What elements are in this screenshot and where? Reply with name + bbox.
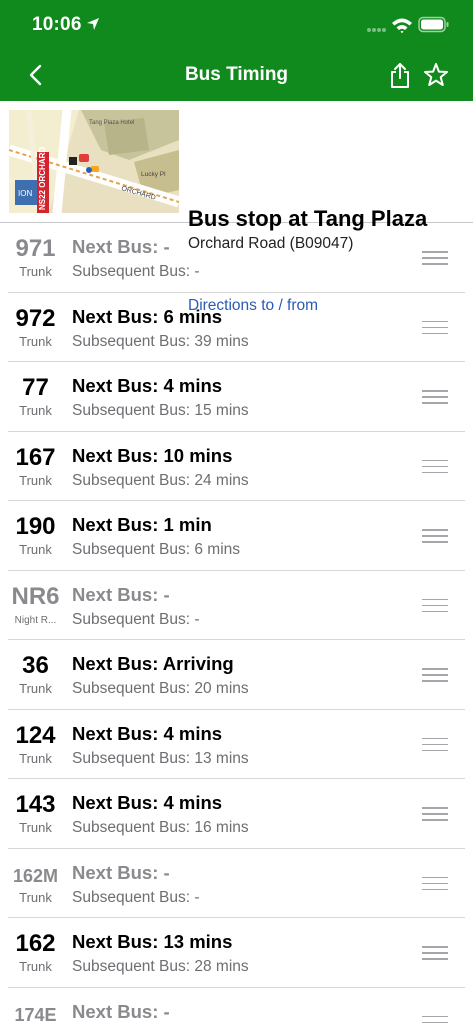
status-time: 10:06 (32, 14, 82, 35)
next-bus-eta: Next Bus: 10 mins (72, 444, 233, 466)
service-type: Trunk (19, 820, 52, 835)
drag-handle-icon[interactable] (422, 459, 448, 474)
subsequent-bus-eta: Subsequent Bus: - (72, 610, 200, 628)
service-number: 971 (15, 235, 56, 262)
bus-service-row[interactable]: 77 Trunk Next Bus: 4 mins Subsequent Bus… (0, 362, 473, 432)
service-number: 36 (22, 652, 49, 679)
stop-map-thumbnail[interactable]: NS22 ORCHARD ION Tang Plaza Hotel ORCHAR… (9, 110, 179, 213)
bus-service-row[interactable]: NR6 Night R... Next Bus: - Subsequent Bu… (0, 571, 473, 641)
drag-handle-icon[interactable] (422, 807, 448, 821)
bus-services-list: 971 Trunk Next Bus: - Subsequent Bus: - … (0, 223, 473, 1024)
service-type: Trunk (19, 264, 52, 279)
next-bus-eta: Next Bus: - (72, 236, 170, 257)
subsequent-bus-eta: Subsequent Bus: 20 mins (72, 680, 249, 697)
subsequent-bus-eta: Subsequent Bus: 6 mins (72, 541, 241, 558)
map-place-label: Lucky Pl (141, 171, 166, 178)
service-number: 77 (22, 374, 49, 401)
bus-service-row[interactable]: 36 Trunk Next Bus: Arriving Subsequent B… (0, 640, 473, 710)
bus-service-row[interactable]: 972 Trunk Next Bus: 6 mins Subsequent Bu… (0, 293, 473, 363)
next-bus-eta: Next Bus: 4 mins (72, 375, 223, 396)
navigation-bar: Bus Timing (0, 50, 473, 101)
next-bus-eta: Next Bus: Arriving (72, 653, 234, 674)
drag-handle-icon[interactable] (422, 320, 448, 335)
subsequent-bus-eta: Subsequent Bus: 28 mins (72, 958, 249, 975)
next-bus-eta: Next Bus: - (72, 1000, 170, 1022)
service-type: Trunk (19, 750, 52, 766)
drag-handle-icon[interactable] (422, 598, 448, 613)
service-type: Trunk (19, 403, 52, 418)
subsequent-bus-eta: Subsequent Bus: 24 mins (72, 471, 249, 489)
next-bus-eta: Next Bus: 1 min (72, 514, 212, 535)
next-bus-eta: Next Bus: 4 mins (72, 792, 223, 813)
cellular-signal-icon (367, 28, 386, 32)
next-bus-eta: Next Bus: - (72, 583, 170, 605)
next-bus-eta: Next Bus: 13 mins (72, 931, 233, 952)
service-number: 162M (12, 865, 59, 886)
location-arrow-icon (87, 18, 99, 30)
service-number: 167 (15, 443, 56, 471)
service-number: 190 (15, 513, 56, 540)
subsequent-bus-eta: Subsequent Bus: 13 mins (72, 749, 249, 767)
subsequent-bus-eta: Subsequent Bus: 16 mins (72, 819, 249, 836)
service-number: 124 (15, 721, 56, 749)
bus-service-row[interactable]: 143 Trunk Next Bus: 4 mins Subsequent Bu… (0, 779, 473, 849)
bus-service-row[interactable]: 971 Trunk Next Bus: - Subsequent Bus: - (0, 223, 473, 293)
service-number: 174E (14, 1004, 57, 1024)
drag-handle-icon[interactable] (422, 390, 448, 404)
service-type: Trunk (19, 472, 52, 488)
service-type: Trunk (19, 959, 52, 974)
bus-service-row[interactable]: 174E Next Bus: - (0, 988, 473, 1024)
battery-icon (418, 16, 449, 33)
drag-handle-icon[interactable] (422, 876, 448, 891)
service-type: Trunk (19, 333, 52, 349)
bus-stop-info: NS22 ORCHARD ION Tang Plaza Hotel ORCHAR… (0, 101, 473, 314)
service-number: 972 (15, 304, 56, 332)
bus-service-row[interactable]: 162M Trunk Next Bus: - Subsequent Bus: - (0, 849, 473, 919)
drag-handle-icon[interactable] (422, 1015, 448, 1024)
service-type: Trunk (19, 681, 52, 696)
map-mall-label: ION (18, 189, 32, 198)
drag-handle-icon[interactable] (422, 668, 448, 682)
subsequent-bus-eta: Subsequent Bus: - (72, 263, 200, 280)
next-bus-eta: Next Bus: - (72, 861, 170, 883)
subsequent-bus-eta: Subsequent Bus: 15 mins (72, 402, 249, 419)
subsequent-bus-eta: Subsequent Bus: 39 mins (72, 332, 249, 350)
next-bus-eta: Next Bus: 6 mins (72, 305, 223, 327)
service-type: Trunk (19, 542, 52, 557)
app-header: 10:06 Bus Timing (0, 0, 473, 101)
service-number: NR6 (11, 582, 60, 610)
wifi-icon (392, 18, 412, 34)
map-station-label: NS22 ORCHARD (38, 147, 47, 210)
bus-service-row[interactable]: 167 Trunk Next Bus: 10 mins Subsequent B… (0, 432, 473, 502)
service-type: Trunk (19, 889, 52, 905)
drag-handle-icon[interactable] (422, 946, 448, 960)
drag-handle-icon[interactable] (422, 737, 448, 752)
subsequent-bus-eta: Subsequent Bus: - (72, 888, 200, 906)
bus-service-row[interactable]: 124 Trunk Next Bus: 4 mins Subsequent Bu… (0, 710, 473, 780)
service-number: 162 (15, 930, 56, 957)
bus-service-row[interactable]: 162 Trunk Next Bus: 13 mins Subsequent B… (0, 918, 473, 988)
drag-handle-icon[interactable] (422, 529, 448, 543)
share-icon[interactable] (386, 61, 414, 89)
map-hotel-label: Tang Plaza Hotel (89, 120, 134, 126)
drag-handle-icon[interactable] (422, 251, 448, 265)
status-bar: 10:06 (0, 0, 473, 50)
service-number: 143 (15, 791, 56, 818)
star-outline-icon[interactable] (423, 62, 449, 88)
service-type: Night R... (14, 614, 57, 626)
next-bus-eta: Next Bus: 4 mins (72, 722, 223, 744)
bus-service-row[interactable]: 190 Trunk Next Bus: 1 min Subsequent Bus… (0, 501, 473, 571)
